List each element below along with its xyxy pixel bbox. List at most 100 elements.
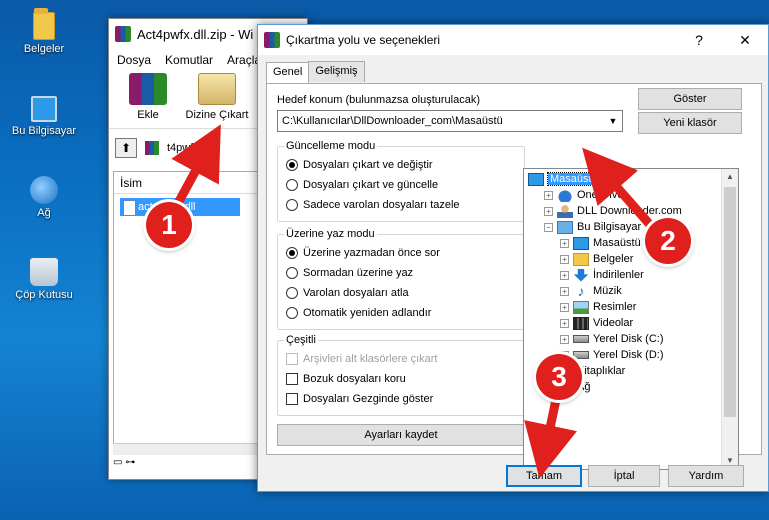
tree-expander-icon[interactable]: + [544, 206, 553, 216]
desktop-icon-label: Bu Bilgisayar [11, 125, 77, 137]
dialog-title-bar[interactable]: Çıkartma yolu ve seçenekleri ? ✕ [258, 25, 768, 55]
tree-expander-icon[interactable]: + [560, 270, 569, 280]
tree-item-label: Yerel Disk (D:) [593, 349, 664, 361]
help-icon[interactable]: ? [676, 25, 722, 55]
radio-overwrite-without-prompt[interactable]: Sormadan üzerine yaz [286, 267, 413, 279]
radio-button[interactable] [286, 199, 298, 211]
desktop-icon-ag[interactable]: Ağ [9, 176, 79, 219]
general-tab-panel: Hedef konum (bulunmazsa oluşturulacak) C… [266, 83, 762, 470]
tab-genel[interactable]: Genel [266, 62, 310, 83]
destination-path-combo[interactable]: C:\Kullanıcılar\DllDownloader_com\Masaüs… [277, 110, 623, 132]
tree-expander-icon[interactable]: + [560, 334, 569, 344]
tab-gelismis[interactable]: Gelişmiş [308, 61, 365, 82]
disk-icon [573, 335, 589, 343]
option-label: Arşivleri alt klasörlere çıkart [303, 353, 438, 365]
tree-expander-icon[interactable]: + [560, 286, 569, 296]
tree-vertical-scrollbar[interactable]: ▲ ▼ [721, 169, 738, 469]
tree-item-label: Videolar [593, 317, 634, 329]
show-button[interactable]: Göster [638, 88, 742, 110]
radio-extract-replace[interactable]: Dosyaları çıkart ve değiştir [286, 159, 433, 171]
tree-item[interactable]: + OneDrive [544, 187, 623, 203]
tree-expander-icon[interactable]: + [560, 254, 569, 264]
callout-1: 1 [146, 202, 192, 248]
add-button[interactable]: Ekle [117, 71, 179, 128]
overwrite-mode-title: Üzerine yaz modu [284, 228, 377, 240]
chevron-down-icon[interactable]: ▼ [604, 116, 622, 126]
radio-fresh-existing[interactable]: Sadece varolan dosyaları tazele [286, 199, 460, 211]
extract-to-button-label: Dizine Çıkart [185, 109, 249, 121]
close-icon[interactable]: ✕ [722, 25, 768, 55]
tree-item[interactable]: + Yerel Disk (C:) [560, 331, 664, 347]
scroll-up-icon[interactable]: ▲ [722, 169, 738, 185]
tree-item-label: Bu Bilgisayar [577, 221, 642, 233]
tree-item-label: İndirilenler [593, 269, 644, 281]
desktop-icon-bu-bilgisayar[interactable]: Bu Bilgisayar [9, 96, 79, 137]
radio-button[interactable] [286, 247, 298, 259]
desktop-icon [528, 172, 544, 186]
extract-to-button[interactable]: Dizine Çıkart [179, 71, 255, 128]
radio-button[interactable] [286, 287, 298, 299]
tree-item[interactable]: + DLL Downloader.com [544, 203, 682, 219]
radio-rename-automatically[interactable]: Otomatik yeniden adlandır [286, 307, 431, 319]
tree-item[interactable]: + İndirilenler [560, 267, 644, 283]
user-icon [557, 204, 573, 218]
tree-item[interactable]: Masaüstü [528, 171, 601, 187]
desktop-icon-label: Belgeler [23, 43, 65, 55]
tree-item[interactable]: + Videolar [560, 315, 633, 331]
tree-item[interactable]: − Bu Bilgisayar [544, 219, 641, 235]
save-settings-button[interactable]: Ayarları kaydet [277, 424, 525, 446]
folder-icon [33, 8, 55, 40]
desktop-icon-label: Çöp Kutusu [15, 289, 73, 301]
tree-item[interactable]: + Resimler [560, 299, 636, 315]
radio-button[interactable] [286, 267, 298, 279]
desktop-icon-belgeler[interactable]: Belgeler [9, 8, 79, 55]
tree-expander-icon[interactable]: + [560, 302, 569, 312]
checkbox [286, 353, 298, 365]
tree-expander-icon[interactable]: + [560, 318, 569, 328]
radio-skip-existing[interactable]: Varolan dosyaları atla [286, 287, 409, 299]
folder-tree[interactable]: Masaüstü + OneDrive + DLL Downloader.com − Bu … [523, 168, 739, 470]
checkbox[interactable] [286, 393, 298, 405]
tree-item-label: OneDrive [577, 189, 624, 201]
tree-item-label: Yerel Disk (C:) [593, 333, 664, 345]
new-folder-button[interactable]: Yeni klasör [638, 112, 742, 134]
extraction-dialog: Çıkartma yolu ve seçenekleri ? ✕ Genel G… [257, 24, 769, 492]
help-button[interactable]: Yardım [668, 465, 744, 487]
checkbox-keep-broken-files[interactable]: Bozuk dosyaları koru [286, 373, 406, 385]
cloud-icon [557, 188, 573, 202]
radio-button[interactable] [286, 159, 298, 171]
overwrite-mode-group: Üzerine yaz modu Üzerine yazmadan önce s… [277, 228, 525, 330]
radio-button[interactable] [286, 179, 298, 191]
scrollbar-thumb[interactable] [724, 187, 736, 417]
radio-button[interactable] [286, 307, 298, 319]
archive-path[interactable]: t4pwfx.dl [167, 142, 210, 154]
tree-item[interactable]: + Belgeler [560, 251, 633, 267]
computer-icon [31, 96, 57, 122]
menu-komutlar[interactable]: Komutlar [165, 53, 213, 67]
up-folder-button[interactable]: ⬆ [115, 138, 137, 158]
radio-ask-before-overwrite[interactable]: Üzerine yazmadan önce sor [286, 247, 440, 259]
menu-dosya[interactable]: Dosya [117, 53, 151, 67]
tree-expander-icon[interactable]: − [544, 222, 553, 232]
tree-expander-icon[interactable]: + [544, 190, 553, 200]
checkbox[interactable] [286, 373, 298, 385]
tree-item-label: Belgeler [593, 253, 634, 265]
add-archive-icon [129, 73, 167, 105]
checkbox-show-in-explorer[interactable]: Dosyaları Gezginde göster [286, 393, 433, 405]
desktop-icon-cop-kutusu[interactable]: Çöp Kutusu [9, 258, 79, 301]
option-label: Dosyaları çıkart ve güncelle [303, 179, 439, 191]
tree-item[interactable]: + Masaüstü [560, 235, 641, 251]
tree-item[interactable]: + ♪ Müzik [560, 283, 622, 299]
ok-button[interactable]: Tamam [506, 465, 582, 487]
tree-expander-icon[interactable]: + [560, 238, 569, 248]
tree-item-label: Resimler [593, 301, 637, 313]
dialog-title: Çıkartma yolu ve seçenekleri [286, 33, 441, 47]
disk-icon [573, 351, 589, 359]
destination-path-value: C:\Kullanıcılar\DllDownloader_com\Masaüs… [282, 115, 503, 127]
cancel-button[interactable]: İptal [588, 465, 660, 487]
misc-group: Çeşitli Arşivleri alt klasörlere çıkart … [277, 334, 525, 416]
radio-extract-update[interactable]: Dosyaları çıkart ve güncelle [286, 179, 438, 191]
tree-item-label: Masaüstü [593, 237, 641, 249]
add-button-label: Ekle [137, 109, 159, 121]
menu-araclar[interactable]: Araçla [227, 53, 261, 67]
